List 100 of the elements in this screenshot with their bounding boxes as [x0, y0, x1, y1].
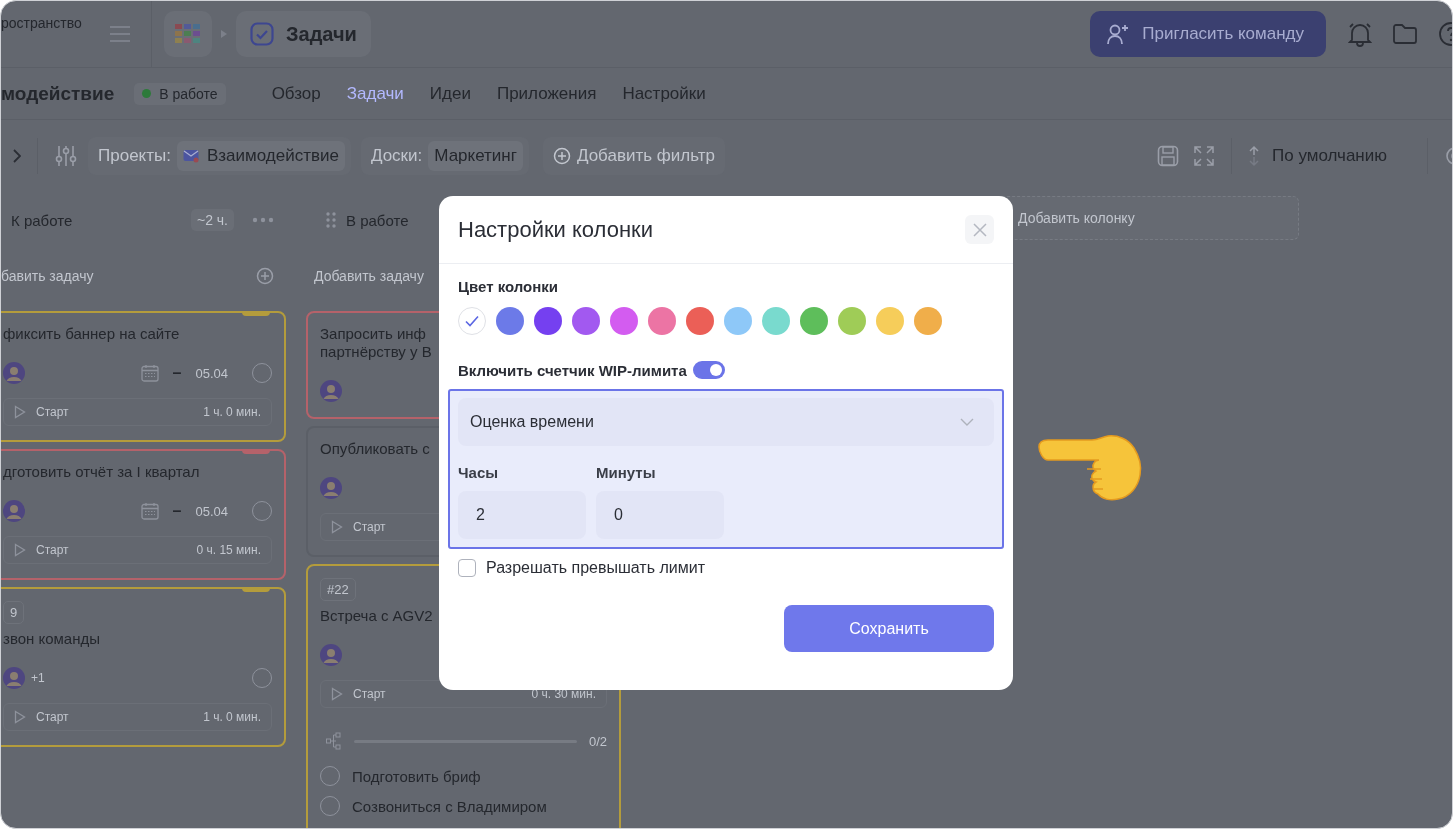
save-button[interactable]: Сохранить [784, 605, 994, 652]
color-swatch[interactable] [496, 307, 524, 335]
color-swatch[interactable] [686, 307, 714, 335]
play-icon[interactable] [14, 405, 26, 419]
color-swatch[interactable] [572, 307, 600, 335]
color-swatch[interactable] [724, 307, 752, 335]
sort-arrows-icon [1248, 145, 1261, 167]
folder-icon[interactable] [1392, 23, 1418, 45]
wip-limit-label: Включить счетчик WIP-лимита [458, 361, 687, 379]
color-swatch[interactable] [534, 307, 562, 335]
minutes-label: Минуты [596, 464, 657, 481]
color-swatch[interactable] [762, 307, 790, 335]
date-start: – [172, 364, 182, 382]
check-icon [465, 315, 479, 327]
nav-tab[interactable]: Обзор [271, 83, 321, 104]
task-title: дготовить отчёт за I квартал [3, 463, 200, 481]
subtasks-icon [326, 732, 342, 750]
estimate-badge: ~2 ч. [190, 209, 234, 231]
dialog-title: Настройки колонки [458, 216, 653, 243]
task-title: Опубликовать с [320, 440, 430, 458]
column-title: К работе [11, 211, 73, 229]
drag-handle-icon[interactable] [326, 212, 336, 228]
close-icon [971, 221, 988, 238]
start-label[interactable]: Старт [36, 710, 69, 724]
task-number: 9 [3, 601, 25, 624]
close-button[interactable] [965, 215, 994, 244]
time-estimate: 1 ч. 0 мин. [203, 710, 261, 724]
expand-icon[interactable] [1193, 145, 1216, 167]
more-assignees-count: +1 [31, 671, 45, 685]
task-card[interactable]: фиксить баннер на сайте – 05.04 Старт 1 ч. 0 мин. [1, 311, 286, 442]
chevron-down-icon [960, 418, 974, 426]
workspace-name[interactable]: ространство [1, 15, 101, 31]
more-icon[interactable] [252, 217, 274, 223]
hours-field[interactable]: 2 [458, 491, 586, 539]
start-label[interactable]: Старт [353, 520, 386, 534]
play-icon[interactable] [14, 543, 26, 557]
task-title: звон команды [3, 630, 101, 648]
project-chip[interactable]: Взаимодействие [176, 141, 345, 171]
wip-toggle[interactable] [692, 361, 725, 379]
breadcrumb-arrow-icon [221, 30, 227, 38]
color-swatch[interactable] [458, 307, 486, 335]
time-estimate: 0 ч. 15 мин. [196, 543, 261, 557]
color-label: Цвет колонки [458, 278, 560, 295]
filter-label: Доски: [370, 146, 423, 166]
start-label[interactable]: Старт [36, 405, 69, 419]
start-label[interactable]: Старт [353, 687, 386, 701]
calendar-icon[interactable] [140, 502, 159, 520]
task-title: фиксить баннер на сайте [3, 325, 180, 343]
play-icon[interactable] [14, 710, 26, 724]
time-estimate: 1 ч. 0 мин. [203, 405, 261, 419]
play-icon[interactable] [331, 687, 343, 701]
chevron-right-icon[interactable] [13, 149, 21, 163]
subtask-count: 0/2 [588, 733, 607, 749]
add-task-field[interactable]: бавить задачу [1, 268, 94, 284]
task-card[interactable]: 9 звон команды +1 Старт 1 ч. 0 мин. [1, 587, 286, 747]
color-swatch[interactable] [914, 307, 942, 335]
start-label[interactable]: Старт [36, 543, 69, 557]
column-title: В работе [346, 211, 409, 229]
task-card[interactable]: дготовить отчёт за I квартал – 05.04 Старт 0 ч. 15 мин. [1, 449, 286, 580]
task-title: Встреча с AGV2 [320, 607, 433, 625]
board-chip[interactable]: Маркетинг [428, 141, 523, 171]
add-task-field[interactable]: Добавить задачу [314, 268, 424, 284]
bell-icon[interactable] [1348, 21, 1372, 47]
task-title: Запросить инф [320, 325, 426, 343]
task-number: #22 [320, 578, 356, 601]
filter-label: Проекты: [98, 146, 171, 166]
save-icon[interactable] [1157, 145, 1180, 167]
app-grid-icon [175, 24, 201, 44]
due-date: 05.04 [195, 365, 228, 381]
sort-button[interactable]: По умолчанию [1248, 145, 1387, 167]
play-icon[interactable] [331, 520, 343, 534]
calendar-icon[interactable] [140, 364, 159, 382]
add-user-icon [1106, 22, 1131, 46]
invite-team-button[interactable]: Пригласить команду [1090, 11, 1326, 57]
color-swatch[interactable] [800, 307, 828, 335]
nav-tab[interactable]: Идеи [429, 83, 471, 104]
hours-label: Часы [458, 464, 500, 481]
menu-icon[interactable] [109, 26, 131, 42]
nav-tab[interactable]: Приложения [496, 83, 597, 104]
date-start: – [172, 502, 182, 520]
subtask-label: Подготовить бриф [352, 767, 481, 785]
envelope-icon [182, 149, 199, 163]
nav-tab[interactable]: Настройки [622, 83, 706, 104]
limit-type-dropdown[interactable]: Оценка времени [458, 398, 994, 446]
color-swatch[interactable] [648, 307, 676, 335]
task-title: партнёрству у В [320, 343, 432, 361]
subtask-label: Созвониться с Владимиром [352, 797, 547, 815]
nav-tab[interactable]: Задачи [346, 83, 404, 104]
minutes-field[interactable]: 0 [596, 491, 724, 539]
color-swatch[interactable] [610, 307, 638, 335]
due-date: 05.04 [195, 503, 228, 519]
sliders-icon[interactable] [54, 144, 78, 168]
project-name: модействие [1, 82, 115, 105]
color-swatch[interactable] [838, 307, 866, 335]
checkbox[interactable] [458, 559, 476, 577]
breadcrumb-tab[interactable]: Задачи [236, 11, 371, 57]
add-icon[interactable] [256, 267, 274, 285]
color-swatch[interactable] [876, 307, 904, 335]
apps-button[interactable] [164, 11, 212, 57]
status-badge[interactable]: В работе [134, 82, 226, 105]
